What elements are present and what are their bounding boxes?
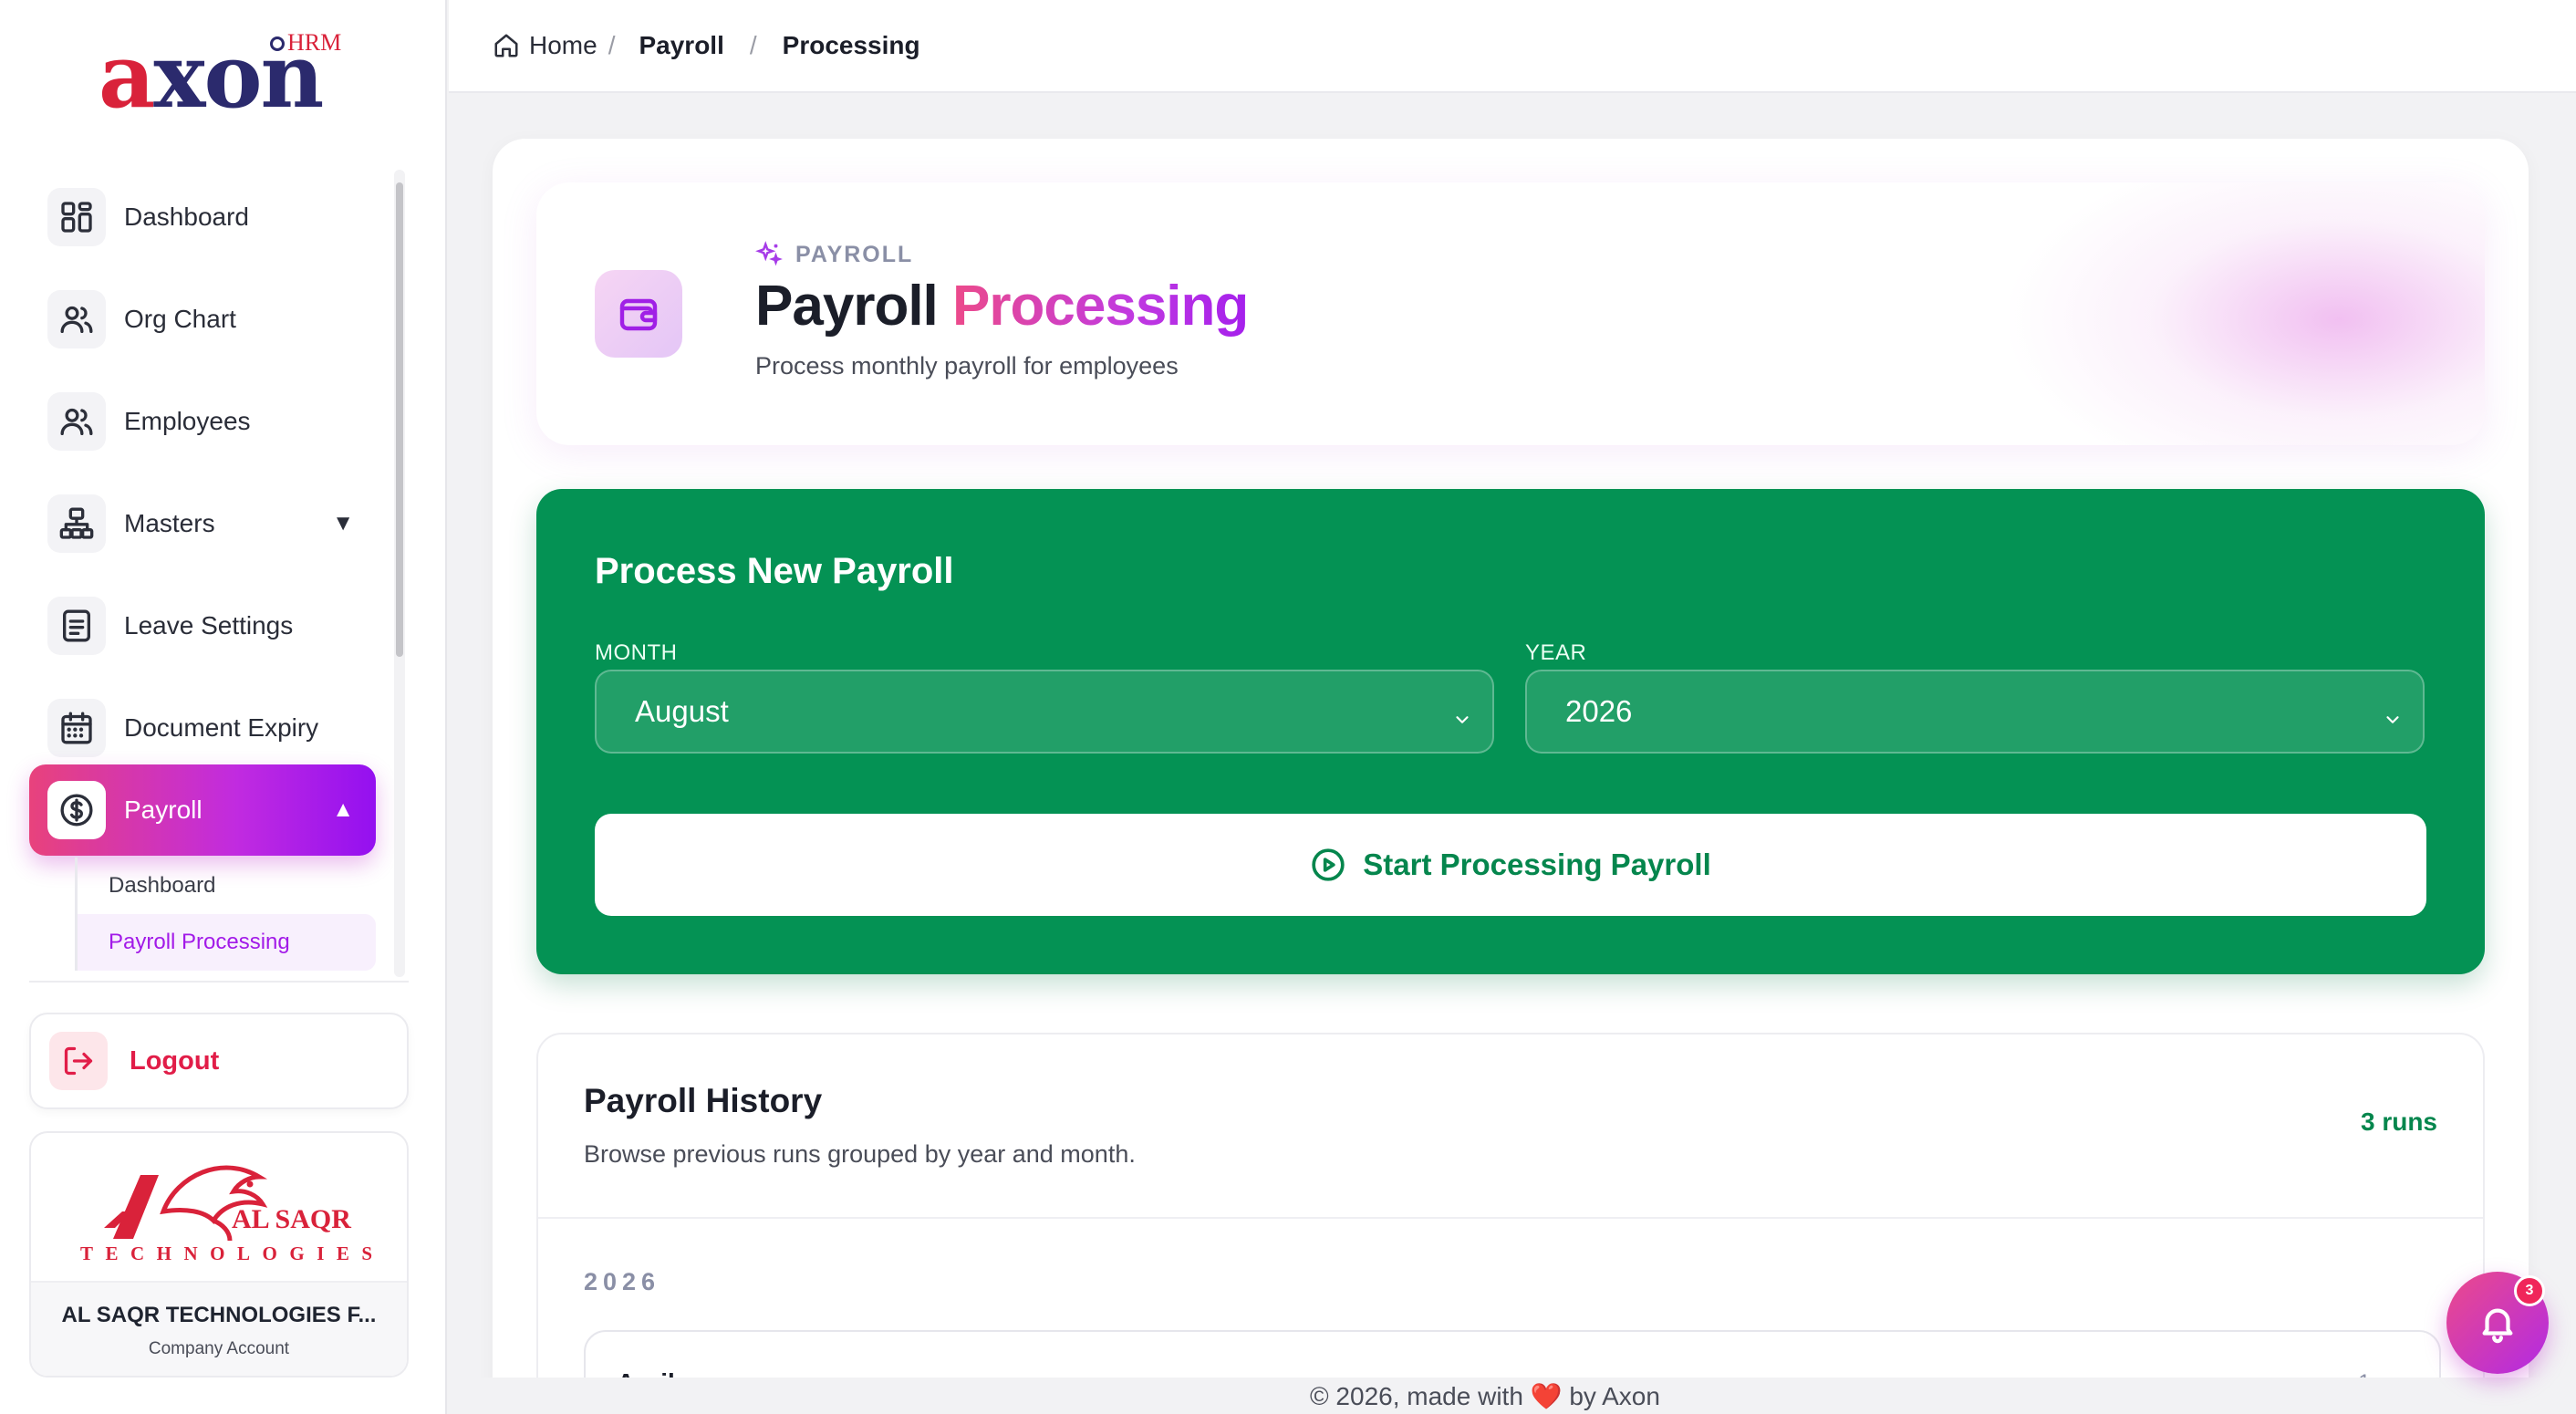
company-name: AL SAQR TECHNOLOGIES F... (61, 1303, 377, 1327)
company-type: Company Account (148, 1339, 290, 1358)
company-logo-tagline: TECHNOLOGIES (80, 1242, 385, 1264)
breadcrumb-home[interactable]: Home (529, 31, 597, 60)
history-run-count: 3 runs (2360, 1107, 2437, 1136)
company-logo: AL SAQR TECHNOLOGIES (31, 1133, 407, 1279)
logout-button[interactable]: Logout (29, 1013, 409, 1109)
history-subtitle: Browse previous runs grouped by year and… (584, 1140, 1136, 1168)
hierarchy-icon (47, 494, 106, 553)
logout-label: Logout (130, 1045, 220, 1076)
sidebar-item-document-expiry[interactable]: Document Expiry (29, 682, 376, 774)
logout-icon (49, 1032, 108, 1090)
notification-count-badge: 3 (2514, 1275, 2545, 1306)
footer-prefix: © 2026, made with (1310, 1382, 1523, 1410)
sidebar-item-payroll[interactable]: Payroll ▲ (29, 764, 376, 856)
page-title: Payroll Processing (755, 274, 1249, 338)
page-kicker: PAYROLL (755, 241, 913, 268)
page-title-main: Payroll (755, 275, 939, 338)
sidebar-item-label: Leave Settings (124, 611, 294, 639)
process-card-title: Process New Payroll (595, 551, 954, 591)
history-year-heading: 2026 (584, 1268, 661, 1295)
breadcrumb-current: Processing (782, 31, 920, 59)
sidebar-item-masters[interactable]: Masters ▼ (29, 478, 376, 569)
submenu-item-dashboard[interactable]: Dashboard (75, 858, 376, 914)
month-label: MONTH (595, 640, 678, 665)
users-icon (47, 392, 106, 451)
sparkles-icon (755, 241, 783, 266)
company-info: AL SAQR TECHNOLOGIES F... Company Accoun… (31, 1281, 407, 1376)
process-payroll-card: Process New Payroll MONTH August YEAR 20… (536, 489, 2485, 974)
company-logo-name: AL SAQR (232, 1204, 351, 1234)
dollar-circle-icon (47, 781, 106, 839)
year-select-value: 2026 (1565, 694, 1633, 728)
main-panel: PAYROLL Payroll Processing Process month… (493, 139, 2529, 1414)
wallet-icon (595, 270, 682, 358)
page-footer: © 2026, made with ❤️ by Axon (449, 1381, 2576, 1411)
sidebar-item-leave-settings[interactable]: Leave Settings (29, 580, 376, 671)
sidebar-item-label: Org Chart (124, 305, 236, 333)
sidebar-item-label: Employees (124, 407, 251, 435)
page-title-accent: Processing (952, 275, 1249, 338)
divider (538, 1217, 2483, 1219)
sidebar-item-label: Masters (124, 509, 215, 537)
grid-icon (47, 188, 106, 246)
notifications-button[interactable]: 3 (2446, 1272, 2549, 1374)
sidebar-item-label: Document Expiry (124, 713, 319, 742)
company-card[interactable]: AL SAQR TECHNOLOGIES AL SAQR TECHNOLOGIE… (29, 1131, 409, 1378)
payroll-submenu: Dashboard Payroll Processing (75, 858, 376, 971)
calendar-icon (47, 699, 106, 757)
page-kicker-label: PAYROLL (795, 241, 914, 267)
sidebar-item-dashboard[interactable]: Dashboard (29, 172, 376, 263)
sidebar-item-label: Dashboard (124, 203, 249, 231)
page-subtitle: Process monthly payroll for employees (755, 352, 1179, 379)
logo-suffix: HRM (270, 29, 341, 57)
chevron-down-icon (1452, 702, 1472, 723)
start-processing-label: Start Processing Payroll (1363, 847, 1711, 881)
play-circle-icon (1312, 848, 1345, 881)
users-icon (47, 290, 106, 348)
year-select[interactable]: 2026 (1525, 670, 2425, 754)
month-select-value: August (635, 694, 729, 728)
home-icon[interactable] (493, 32, 520, 59)
sidebar-item-label: Payroll (124, 795, 203, 824)
sidebar-scrollbar[interactable] (387, 164, 409, 981)
footer-suffix: by Axon (1569, 1382, 1660, 1410)
breadcrumb-payroll[interactable]: Payroll (639, 31, 723, 60)
sidebar-item-employees[interactable]: Employees (29, 376, 376, 467)
page-header: PAYROLL Payroll Processing Process month… (536, 182, 2485, 445)
chevron-down-icon (2383, 702, 2403, 723)
month-select[interactable]: August (595, 670, 1494, 754)
chevron-down-icon: ▼ (332, 511, 354, 535)
breadcrumb-separator: / (608, 31, 616, 59)
heart-icon: ❤️ (1530, 1382, 1563, 1410)
sidebar-item-org-chart[interactable]: Org Chart (29, 274, 376, 365)
chevron-up-icon: ▲ (332, 797, 354, 822)
breadcrumb-separator: / (749, 31, 757, 59)
year-label: YEAR (1525, 640, 1587, 665)
submenu-item-payroll-processing[interactable]: Payroll Processing (75, 914, 376, 971)
scrollbar-track (394, 170, 405, 977)
app-logo[interactable]: axon HRM (99, 26, 345, 120)
decorative-glow (2010, 182, 2485, 445)
start-processing-button[interactable]: Start Processing Payroll (595, 814, 2426, 916)
breadcrumb: Home / Payroll / Processing (449, 0, 2576, 93)
history-title: Payroll History (584, 1082, 823, 1119)
payroll-history-card: Payroll History Browse previous runs gro… (536, 1033, 2485, 1414)
sidebar: axon HRM Dashboard Org Chart Employees M… (0, 0, 447, 1414)
document-icon (47, 597, 106, 655)
scrollbar-thumb[interactable] (396, 182, 403, 657)
bell-icon (2482, 1308, 2513, 1344)
divider (29, 981, 409, 983)
